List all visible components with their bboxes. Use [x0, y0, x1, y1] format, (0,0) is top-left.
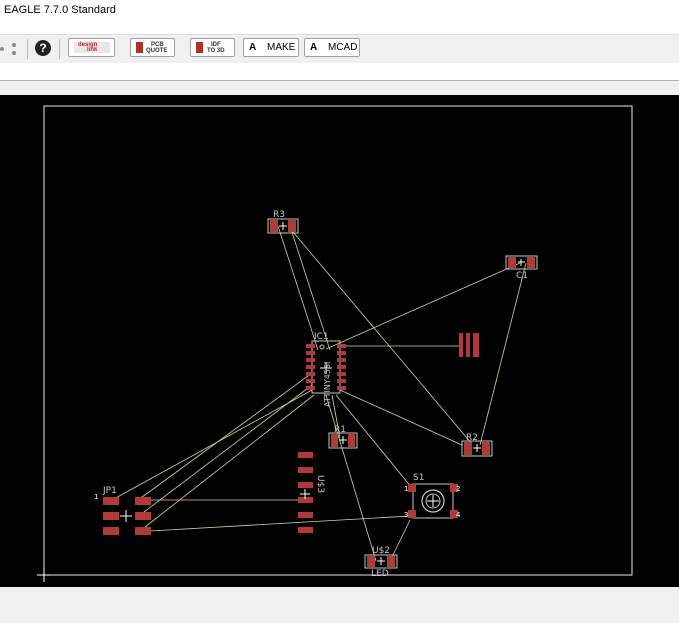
make-button[interactable]: A MAKE [243, 38, 299, 57]
command-line[interactable] [0, 63, 679, 81]
design-link-button[interactable]: design link [68, 38, 115, 57]
design-link-logo: design link [74, 42, 110, 53]
part-r1[interactable]: R1 [328, 425, 358, 449]
part-ic1[interactable]: IC1 ATTINY45SI [306, 332, 346, 407]
c1-label: C1 [516, 271, 528, 281]
status-bar [0, 587, 679, 623]
jp1-label: JP1 [102, 486, 117, 496]
s1-pin-2: 2 [456, 485, 460, 493]
toolbar-separator [59, 39, 60, 59]
part-s1[interactable]: S1 1 2 3 4 [404, 473, 461, 519]
part-r2[interactable]: R2 [461, 433, 493, 457]
toolbar: ? design link PCB QUOTE IDF TO 3D A MAKE… [0, 34, 679, 64]
more-options-icon[interactable] [0, 41, 22, 57]
help-icon[interactable]: ? [35, 40, 51, 56]
idf-to-3d-icon [196, 42, 203, 53]
s1-pin-1: 1 [404, 485, 408, 493]
ic1-value: ATTINY45SI [323, 362, 332, 407]
board-canvas[interactable]: R3 C1 IC1 ATTINY45SI R1 R2 U$3 S1 1 2 3 … [0, 95, 679, 587]
s1-pin-3: 3 [404, 511, 408, 519]
pcb-quote-button[interactable]: PCB QUOTE [130, 38, 175, 57]
r1-label: R1 [334, 425, 346, 435]
u3-label: U$3 [315, 475, 325, 493]
led-label: LED [371, 569, 389, 579]
s1-pin-4: 4 [456, 511, 461, 519]
s1-label: S1 [413, 473, 424, 483]
part-r3[interactable]: R3 [267, 210, 299, 234]
window-title: EAGLE 7.7.0 Standard [4, 4, 116, 16]
part-c1[interactable]: C1 [505, 255, 538, 281]
brand-a-icon: A [249, 42, 257, 53]
r3-label: R3 [273, 210, 285, 220]
mcad-button[interactable]: A MCAD [304, 38, 360, 57]
jp1-pin-1: 1 [94, 493, 98, 501]
title-bar: EAGLE 7.7.0 Standard [0, 0, 679, 34]
origin-marker [37, 568, 51, 582]
ic1-label: IC1 [314, 332, 329, 342]
brand-a-icon: A [310, 42, 318, 53]
board-drawing[interactable]: R3 C1 IC1 ATTINY45SI R1 R2 U$3 S1 1 2 3 … [0, 95, 679, 587]
r2-label: R2 [466, 433, 478, 443]
part-jp1[interactable]: JP1 1 [94, 486, 151, 535]
idf-to-3d-button[interactable]: IDF TO 3D [190, 38, 235, 57]
toolbar-separator [27, 39, 28, 59]
pad-cluster[interactable] [459, 333, 479, 357]
part-u2-led[interactable]: U$2 LED [364, 546, 398, 579]
u2-label: U$2 [372, 546, 390, 556]
pcb-quote-icon [136, 42, 143, 53]
